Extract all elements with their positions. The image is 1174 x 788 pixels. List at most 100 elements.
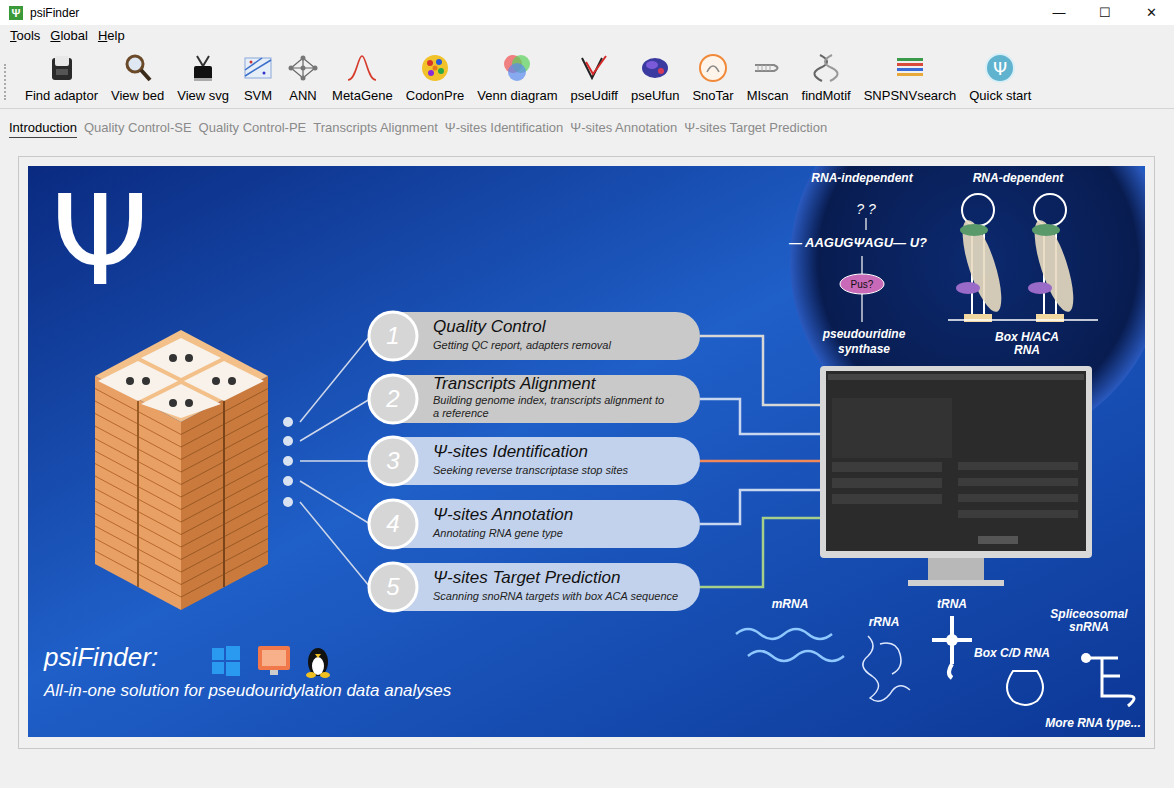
rna-type-label: rRNA (869, 615, 900, 629)
window-control-button[interactable]: ✕ (1128, 0, 1174, 25)
menu-item[interactable]: Global (45, 27, 93, 44)
rna-type-label: snRNA (1069, 620, 1109, 634)
step-number: 5 (386, 573, 400, 600)
hairpin-rna-icon (948, 194, 1098, 322)
step-subtitle: Scanning snoRNA targets with box ACA seq… (433, 590, 678, 602)
window-control-button[interactable]: — (1036, 0, 1082, 25)
toolbar-button[interactable]: Venn diagram (472, 46, 562, 105)
monitor-icon (820, 366, 1092, 586)
toolbar-button[interactable]: pseUdiff (566, 46, 623, 105)
toolbar-label: findMotif (802, 88, 851, 103)
toolbar-button[interactable]: MIscan (742, 46, 794, 105)
windows-icon (212, 646, 240, 676)
connector-dot (283, 417, 293, 427)
tab[interactable]: Quality Control-PE (199, 120, 307, 137)
connector-dot (283, 476, 293, 486)
step-subtitle: a reference (433, 407, 489, 419)
step-connector (300, 502, 370, 587)
monitor-connector (700, 460, 820, 463)
rna-type-label: mRNA (772, 597, 809, 611)
enzyme-label: Pus? (851, 279, 874, 290)
tool-icon (501, 52, 533, 84)
linux-icon (306, 648, 330, 678)
window-controls: —☐✕ (1036, 0, 1174, 25)
title-bar: Ψ psiFinder —☐✕ (0, 0, 1174, 25)
step-number: 3 (386, 447, 400, 474)
step-subtitle: Seeking reverse transcriptase stop sites (433, 464, 629, 476)
toolbar-button[interactable]: SNPSNVsearch (859, 46, 961, 105)
step-connector (300, 336, 370, 422)
tool-icon (639, 52, 671, 84)
server-rack-icon (95, 330, 268, 610)
toolbar: Find adaptor View bed View svg SVM ANN M… (0, 46, 1174, 109)
toolbar-button[interactable]: SVM (237, 46, 279, 105)
tool-icon (810, 52, 842, 84)
toolbar-button[interactable]: CodonPre (401, 46, 470, 105)
rna-type-label: More RNA type... (1045, 716, 1141, 730)
toolbar-label: MetaGene (332, 88, 393, 103)
connector-dot (283, 497, 293, 507)
tab[interactable]: Quality Control-SE (84, 120, 192, 137)
step-number: 2 (385, 385, 399, 412)
step-title: Ψ-sites Identification (433, 442, 588, 461)
rna-type-label: Spliceosomal (1050, 607, 1128, 621)
svg-text:Ψ: Ψ (993, 58, 1007, 79)
intro-banner: ΨRNA-independentRNA-dependent? ?— AAGUGΨ… (28, 166, 1145, 737)
enzyme-caption: synthase (838, 342, 890, 356)
toolbar-label: View bed (111, 88, 164, 103)
mechanism-right-title: RNA-dependent (973, 171, 1065, 185)
tab[interactable]: Introduction (9, 120, 77, 138)
menu-item[interactable]: Help (93, 27, 130, 44)
tool-icon (578, 52, 610, 84)
tab[interactable]: Ψ-sites Identification (445, 120, 564, 137)
monitor-connector (700, 336, 820, 405)
toolbar-label: pseUfun (631, 88, 679, 103)
toolbar-label: SNPSNVsearch (864, 88, 956, 103)
mac-icon (258, 646, 290, 675)
tab[interactable]: Ψ-sites Target Prediction (684, 120, 827, 137)
rna-type-label: Box C/D RNA (974, 646, 1050, 660)
toolbar-button[interactable]: Find adaptor (20, 46, 103, 105)
tool-icon (242, 52, 274, 84)
toolbar-button[interactable]: ANN (282, 46, 324, 105)
intro-panel: ΨRNA-independentRNA-dependent? ?— AAGUGΨ… (18, 156, 1155, 749)
tagline-title: psiFinder: (43, 642, 158, 672)
tool-icon (287, 52, 319, 84)
tool-icon (346, 52, 378, 84)
window-control-button[interactable]: ☐ (1082, 0, 1128, 25)
tab[interactable]: Transcripts Alignment (313, 120, 438, 137)
step-connector (300, 481, 370, 524)
toolbar-button[interactable]: SnoTar (687, 46, 738, 105)
tool-icon: Ψ (984, 52, 1016, 84)
menu-bar: ToolsGlobalHelp (0, 25, 1174, 46)
toolbar-button[interactable]: findMotif (797, 46, 856, 105)
enzyme-icon (840, 274, 884, 294)
toolbar-grip[interactable] (4, 64, 9, 100)
toolbar-label: MIscan (747, 88, 789, 103)
mechanism-sequence: — AAGUGΨAGU— U? (788, 235, 927, 250)
step-connector (300, 460, 370, 462)
toolbar-label: SVM (244, 88, 272, 103)
toolbar-button[interactable]: View svg (172, 46, 234, 105)
banner-background (28, 166, 1145, 737)
mechanism-left-title: RNA-independent (811, 171, 913, 185)
step-connector (300, 399, 370, 441)
monitor-connector (700, 518, 820, 587)
connector-dot (283, 436, 293, 446)
toolbar-button[interactable]: MetaGene (327, 46, 398, 105)
toolbar-button[interactable]: Ψ Quick start (964, 46, 1036, 105)
toolbar-button[interactable]: View bed (106, 46, 169, 105)
tab-bar: Introduction Quality Control-SE Quality Co… (0, 109, 1174, 144)
toolbar-label: CodonPre (406, 88, 465, 103)
rna-caption: Box H/ACA (995, 330, 1059, 344)
app-window: Ψ psiFinder —☐✕ ToolsGlobalHelp Find ada… (0, 0, 1174, 788)
toolbar-label: Find adaptor (25, 88, 98, 103)
tool-icon (122, 52, 154, 84)
tool-icon (752, 52, 784, 84)
connector-dot (283, 456, 293, 466)
tab[interactable]: Ψ-sites Annotation (570, 120, 677, 137)
menu-item[interactable]: Tools (5, 27, 45, 44)
toolbar-label: Venn diagram (477, 88, 557, 103)
toolbar-button[interactable]: pseUfun (626, 46, 684, 105)
tool-icon (419, 52, 451, 84)
